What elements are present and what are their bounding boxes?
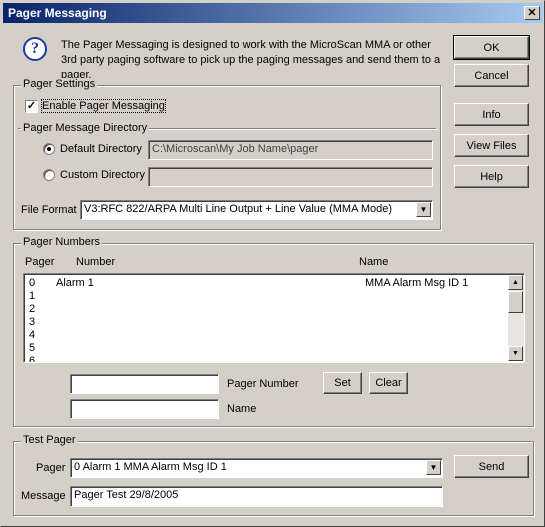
enable-pager-checkbox[interactable]: ✓ [25, 100, 38, 113]
scroll-down-icon[interactable]: ▼ [508, 346, 523, 361]
file-format-value: V3:RFC 822/ARPA Multi Line Output + Line… [84, 203, 393, 215]
question-icon: ? [23, 37, 47, 61]
message-input[interactable]: Pager Test 29/8/2005 [70, 486, 443, 507]
pager-messaging-dialog: Pager Messaging ✕ ? The Pager Messaging … [0, 0, 545, 527]
message-label: Message [21, 490, 66, 502]
pager-numbers-list[interactable]: 0 Alarm 1 MMA Alarm Msg ID 1 1 2 3 4 5 6… [23, 273, 525, 363]
default-directory-label[interactable]: Default Directory [60, 143, 142, 155]
pager-number-label: Pager Number [227, 378, 299, 390]
intro-text: The Pager Messaging is designed to work … [61, 39, 441, 81]
clear-button[interactable]: Clear [369, 372, 408, 394]
col-name-header[interactable]: Name [359, 256, 388, 268]
list-scrollbar[interactable]: ▲ ▼ [508, 275, 524, 361]
test-pager-value: 0 Alarm 1 MMA Alarm Msg ID 1 [74, 461, 227, 473]
info-button[interactable]: Info [454, 103, 529, 126]
pager-number-input[interactable] [70, 374, 219, 394]
col-pager-header[interactable]: Pager [25, 256, 54, 268]
custom-directory-label[interactable]: Custom Directory [60, 169, 145, 181]
directory-group-label: Pager Message Directory [21, 122, 150, 134]
enable-pager-label[interactable]: Enable Pager Messaging [41, 99, 166, 113]
send-button[interactable]: Send [454, 455, 529, 478]
name-input[interactable] [70, 399, 219, 419]
ok-button[interactable]: OK [453, 35, 530, 60]
scroll-thumb[interactable] [508, 291, 523, 313]
test-pager-label: Test Pager [21, 434, 78, 446]
set-button[interactable]: Set [323, 372, 362, 394]
chevron-down-icon[interactable]: ▼ [426, 460, 441, 475]
custom-directory-radio[interactable] [43, 169, 55, 181]
close-button[interactable]: ✕ [524, 6, 540, 20]
pager-settings-label: Pager Settings [21, 78, 98, 90]
col-number-header[interactable]: Number [76, 256, 115, 268]
default-directory-field: C:\Microscan\My Job Name\pager [148, 140, 433, 160]
help-button[interactable]: Help [454, 165, 529, 188]
pager-numbers-label: Pager Numbers [21, 236, 103, 248]
title-bar[interactable]: Pager Messaging ✕ [3, 3, 543, 23]
file-format-select[interactable]: V3:RFC 822/ARPA Multi Line Output + Line… [80, 200, 433, 220]
cancel-button[interactable]: Cancel [454, 64, 529, 87]
test-pager-field-label: Pager [36, 462, 66, 474]
chevron-down-icon[interactable]: ▼ [416, 202, 431, 217]
view-files-button[interactable]: View Files [454, 134, 529, 157]
default-directory-radio[interactable] [43, 143, 55, 155]
window-title: Pager Messaging [8, 6, 107, 20]
name-label: Name [227, 403, 257, 415]
test-pager-select[interactable]: 0 Alarm 1 MMA Alarm Msg ID 1 ▼ [70, 458, 443, 478]
file-format-label: File Format [21, 204, 77, 216]
scroll-up-icon[interactable]: ▲ [508, 275, 523, 290]
custom-directory-field[interactable] [148, 167, 433, 187]
